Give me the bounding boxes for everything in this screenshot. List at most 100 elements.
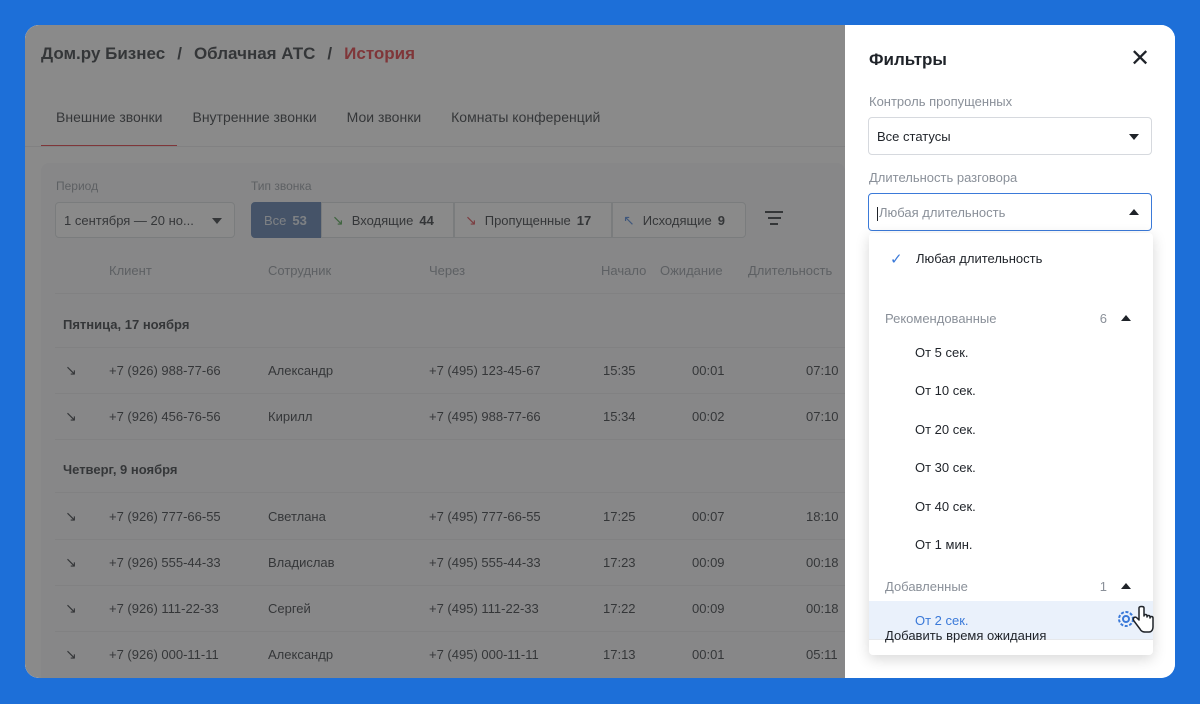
- filter-all-button[interactable]: Все 53: [251, 202, 321, 238]
- breadcrumb-item-business[interactable]: Дом.ру Бизнес: [41, 44, 165, 64]
- missed-control-value: Все статусы: [877, 129, 951, 144]
- close-icon[interactable]: ✕: [1130, 47, 1150, 71]
- column-header-client[interactable]: Клиент: [109, 263, 152, 278]
- checkmark-icon: ✓: [890, 251, 903, 268]
- filter-icon[interactable]: [765, 211, 783, 229]
- option-any-duration[interactable]: ✓ Любая длительность: [869, 243, 1153, 279]
- call-type-label: Тип звонка: [251, 179, 312, 193]
- tab-conference-rooms[interactable]: Комнаты конференций: [436, 93, 615, 147]
- tab-internal-calls[interactable]: Внутренние звонки: [177, 93, 331, 147]
- row-divider: [55, 492, 845, 493]
- wait-time: 00:01: [692, 647, 725, 662]
- outgoing-call-icon: ↖: [623, 211, 635, 228]
- group-count: 1: [1099, 579, 1107, 594]
- filter-outgoing-label: Исходящие: [642, 212, 712, 228]
- incoming-call-icon: ↘: [332, 211, 344, 228]
- option-duration[interactable]: От 10 сек.: [869, 383, 1153, 398]
- start-time: 17:25: [603, 509, 636, 524]
- row-divider: [55, 393, 845, 394]
- filter-outgoing-count: 9: [717, 212, 725, 228]
- option-duration[interactable]: От 20 сек.: [869, 422, 1153, 437]
- incoming-call-icon: ↘: [65, 646, 77, 662]
- filter-missed-button[interactable]: ↘ Пропущенные 17: [454, 202, 612, 238]
- missed-control-select[interactable]: Все статусы: [868, 117, 1152, 155]
- breadcrumb-separator: /: [177, 44, 182, 63]
- text-cursor: [877, 206, 878, 221]
- tabs-divider: [25, 146, 845, 147]
- period-value: 1 сентября — 20 но...: [64, 213, 194, 228]
- via-number: +7 (495) 111-22-33: [429, 601, 539, 616]
- duration-dropdown: ✓ Любая длительность Рекомендованные 6 О…: [869, 233, 1153, 655]
- filter-missed-count: 17: [576, 212, 592, 228]
- option-label: Любая длительность: [916, 251, 1043, 266]
- group-recommended[interactable]: Рекомендованные 6: [869, 311, 1153, 331]
- hand-cursor-icon: [1132, 605, 1154, 633]
- client-phone: +7 (926) 555-44-33: [109, 555, 221, 570]
- incoming-call-icon: ↘: [65, 508, 77, 524]
- call-duration: 07:10: [806, 409, 839, 424]
- row-divider: [55, 439, 845, 440]
- employee-name: Кирилл: [268, 409, 313, 424]
- tab-my-calls[interactable]: Мои звонки: [332, 93, 436, 147]
- row-divider: [55, 585, 845, 586]
- incoming-call-icon: ↘: [65, 362, 77, 378]
- wait-time: 00:09: [692, 601, 725, 616]
- tab-external-calls[interactable]: Внешние звонки: [41, 93, 178, 147]
- day-group-header: Пятница, 17 ноября: [63, 317, 190, 332]
- via-number: +7 (495) 555-44-33: [429, 555, 541, 570]
- start-time: 17:23: [603, 555, 636, 570]
- row-divider: [55, 347, 845, 348]
- start-time: 17:13: [603, 647, 636, 662]
- option-duration[interactable]: От 5 сек.: [869, 345, 1153, 360]
- filters-drawer: Фильтры ✕ Контроль пропущенных Все стату…: [845, 25, 1175, 678]
- start-time: 15:35: [603, 363, 636, 378]
- group-added[interactable]: Добавленные 1: [869, 579, 1153, 599]
- filter-outgoing-button[interactable]: ↖ Исходящие 9: [612, 202, 746, 238]
- breadcrumb-item-history: История: [344, 44, 416, 63]
- employee-name: Владислав: [268, 555, 335, 570]
- day-group-header: Четверг, 9 ноября: [63, 462, 178, 477]
- duration-select[interactable]: Любая длительность: [868, 193, 1152, 231]
- breadcrumb: Дом.ру Бизнес / Облачная АТС / История: [41, 44, 415, 64]
- start-time: 15:34: [603, 409, 636, 424]
- filter-all-label: Все: [264, 212, 287, 228]
- via-number: +7 (495) 777-66-55: [429, 509, 541, 524]
- row-divider: [55, 539, 845, 540]
- call-duration: 00:18: [806, 601, 839, 616]
- via-number: +7 (495) 988-77-66: [429, 409, 541, 424]
- missed-call-icon: ↘: [65, 408, 77, 424]
- period-label: Период: [56, 179, 99, 193]
- column-header-wait[interactable]: Ожидание: [660, 263, 723, 278]
- client-phone: +7 (926) 777-66-55: [109, 509, 221, 524]
- via-number: +7 (495) 123-45-67: [429, 363, 541, 378]
- employee-name: Светлана: [268, 509, 326, 524]
- start-time: 17:22: [603, 601, 636, 616]
- add-wait-time-button[interactable]: Добавить время ожидания: [885, 628, 1145, 643]
- filter-incoming-button[interactable]: ↘ Входящие 44: [321, 202, 454, 238]
- column-header-duration[interactable]: Длительность: [748, 263, 832, 278]
- option-duration[interactable]: От 40 сек.: [869, 499, 1153, 514]
- period-select[interactable]: 1 сентября — 20 но...: [55, 202, 235, 238]
- breadcrumb-item-pbx[interactable]: Облачная АТС: [194, 44, 315, 64]
- option-duration[interactable]: От 1 мин.: [869, 537, 1153, 552]
- column-header-start[interactable]: Начало: [601, 263, 646, 278]
- call-duration: 05:11: [806, 647, 838, 662]
- missed-call-icon: ↘: [465, 211, 477, 228]
- column-header-employee[interactable]: Сотрудник: [268, 263, 331, 278]
- app-window: Дом.ру Бизнес / Облачная АТС / История Внешн…: [25, 25, 1175, 678]
- column-header-via[interactable]: Через: [429, 263, 465, 278]
- duration-placeholder: Любая длительность: [879, 205, 1006, 220]
- chevron-up-icon: [1129, 209, 1139, 215]
- header-divider: [55, 293, 845, 294]
- breadcrumb-separator: /: [327, 44, 333, 63]
- chevron-up-icon: [1121, 583, 1131, 589]
- call-duration: 18:10: [806, 509, 839, 524]
- tab-bar: Внешние звонки Внутренние звонки Мои зво…: [41, 93, 615, 147]
- option-label: От 2 сек.: [915, 613, 969, 628]
- duration-label: Длительность разговора: [869, 170, 1018, 185]
- employee-name: Александр: [268, 647, 334, 662]
- chevron-up-icon: [1121, 315, 1131, 321]
- wait-time: 00:07: [692, 509, 725, 524]
- option-duration[interactable]: От 30 сек.: [869, 460, 1153, 475]
- chevron-down-icon: [1129, 134, 1139, 140]
